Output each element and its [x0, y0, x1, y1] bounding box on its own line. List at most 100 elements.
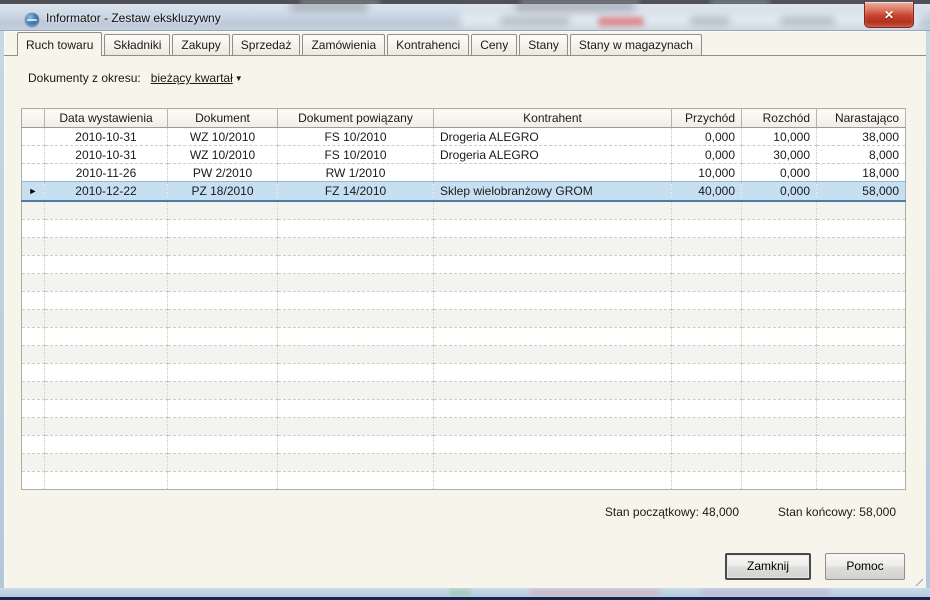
empty-cell: [817, 435, 906, 453]
empty-cell: [672, 345, 742, 363]
table-row-empty[interactable]: [22, 471, 906, 489]
empty-cell: [168, 291, 278, 309]
cell-income: 0,000: [672, 128, 742, 146]
empty-cell: [168, 453, 278, 471]
table-row-empty[interactable]: [22, 201, 906, 219]
tab-label: Stany w magazynach: [579, 38, 693, 52]
header-rozchod[interactable]: Rozchód: [742, 109, 817, 128]
table-row[interactable]: 2010-10-31 WZ 10/2010 FS 10/2010 Drogeri…: [22, 128, 906, 146]
period-dropdown[interactable]: bieżący kwartał: [151, 71, 233, 85]
table-row-empty[interactable]: [22, 291, 906, 309]
empty-cell: [278, 435, 434, 453]
empty-cell: [817, 291, 906, 309]
tab-ruch-towaru[interactable]: Ruch towaru: [17, 32, 102, 56]
table-row[interactable]: 2010-11-26 PW 2/2010 RW 1/2010 10,000 0,…: [22, 164, 906, 182]
cell-related-document: FS 10/2010: [278, 128, 434, 146]
table-row-empty[interactable]: [22, 453, 906, 471]
empty-cell: [45, 327, 168, 345]
empty-cell: [817, 345, 906, 363]
empty-cell: [278, 291, 434, 309]
chevron-down-icon[interactable]: ▼: [235, 74, 243, 83]
tab-label: Ceny: [480, 38, 508, 52]
table-row-empty[interactable]: [22, 381, 906, 399]
empty-cell: [278, 219, 434, 237]
header-przychod[interactable]: Przychód: [672, 109, 742, 128]
empty-cell: [672, 201, 742, 219]
cell-document: WZ 10/2010: [168, 128, 278, 146]
empty-cell: [672, 309, 742, 327]
close-window-button[interactable]: ✕: [864, 2, 914, 28]
aero-blur-blob: [598, 17, 644, 26]
empty-cell: [168, 435, 278, 453]
empty-cell: [817, 219, 906, 237]
empty-cell: [168, 327, 278, 345]
empty-cell: [278, 273, 434, 291]
empty-cell: [45, 363, 168, 381]
tab-stany-w-magazynach[interactable]: Stany w magazynach: [570, 34, 702, 55]
empty-cell: [817, 255, 906, 273]
empty-cell: [672, 363, 742, 381]
header-data-wystawienia[interactable]: Data wystawienia: [45, 109, 168, 128]
empty-cell: [817, 453, 906, 471]
empty-cell: [168, 381, 278, 399]
tab-kontrahenci[interactable]: Kontrahenci: [387, 34, 469, 55]
header-dokument-powiazany[interactable]: Dokument powiązany: [278, 109, 434, 128]
documents-table: Data wystawienia Dokument Dokument powią…: [21, 108, 906, 490]
opening-balance-value: 48,000: [702, 505, 739, 519]
tab-stany[interactable]: Stany: [519, 34, 568, 55]
table-row-empty[interactable]: [22, 327, 906, 345]
table-row-empty[interactable]: [22, 363, 906, 381]
titlebar[interactable]: Informator - Zestaw ekskluzywny: [0, 4, 930, 31]
table-row-empty[interactable]: [22, 435, 906, 453]
empty-cell: [434, 219, 672, 237]
empty-cell: [278, 381, 434, 399]
table-row-empty[interactable]: [22, 255, 906, 273]
header-dokument[interactable]: Dokument: [168, 109, 278, 128]
empty-cell: [278, 453, 434, 471]
table-row-empty[interactable]: [22, 273, 906, 291]
tab-sprzedaz[interactable]: Sprzedaż: [232, 34, 301, 55]
empty-cell: [168, 273, 278, 291]
row-marker-cell: [22, 164, 45, 182]
header-kontrahent[interactable]: Kontrahent: [434, 109, 672, 128]
empty-cell: [742, 309, 817, 327]
tab-label: Zamówienia: [311, 38, 376, 52]
table-row-selected[interactable]: ► 2010-12-22 PZ 18/2010 FZ 14/2010 Sklep…: [22, 182, 906, 202]
zamknij-button[interactable]: Zamknij: [725, 553, 811, 580]
empty-cell: [672, 453, 742, 471]
empty-cell: [672, 219, 742, 237]
empty-cell: [434, 273, 672, 291]
tab-ceny[interactable]: Ceny: [471, 34, 517, 55]
tab-zakupy[interactable]: Zakupy: [172, 34, 229, 55]
empty-cell: [817, 327, 906, 345]
table-row-empty[interactable]: [22, 345, 906, 363]
tab-zamowienia[interactable]: Zamówienia: [302, 34, 385, 55]
table-row-empty[interactable]: [22, 417, 906, 435]
table-row-empty[interactable]: [22, 219, 906, 237]
table-row[interactable]: 2010-10-31 WZ 10/2010 FS 10/2010 Drogeri…: [22, 146, 906, 164]
empty-cell: [45, 255, 168, 273]
tab-label: Ruch towaru: [26, 38, 93, 52]
empty-cell: [22, 453, 45, 471]
aero-blur-blob: [690, 17, 730, 25]
empty-cell: [672, 435, 742, 453]
empty-cell: [672, 291, 742, 309]
pomoc-button[interactable]: Pomoc: [825, 553, 905, 580]
empty-cell: [434, 435, 672, 453]
header-narastajaco[interactable]: Narastająco: [817, 109, 906, 128]
empty-cell: [45, 435, 168, 453]
empty-cell: [168, 471, 278, 489]
empty-cell: [22, 309, 45, 327]
resize-grip[interactable]: [910, 573, 923, 586]
table-row-empty[interactable]: [22, 309, 906, 327]
table-row-empty[interactable]: [22, 237, 906, 255]
aero-blur-blob: [530, 589, 660, 596]
header-row-marker: [22, 109, 45, 128]
empty-cell: [672, 417, 742, 435]
empty-cell: [672, 237, 742, 255]
empty-cell: [742, 291, 817, 309]
table-row-empty[interactable]: [22, 399, 906, 417]
tab-skladniki[interactable]: Składniki: [104, 34, 170, 55]
empty-cell: [434, 453, 672, 471]
empty-cell: [45, 237, 168, 255]
